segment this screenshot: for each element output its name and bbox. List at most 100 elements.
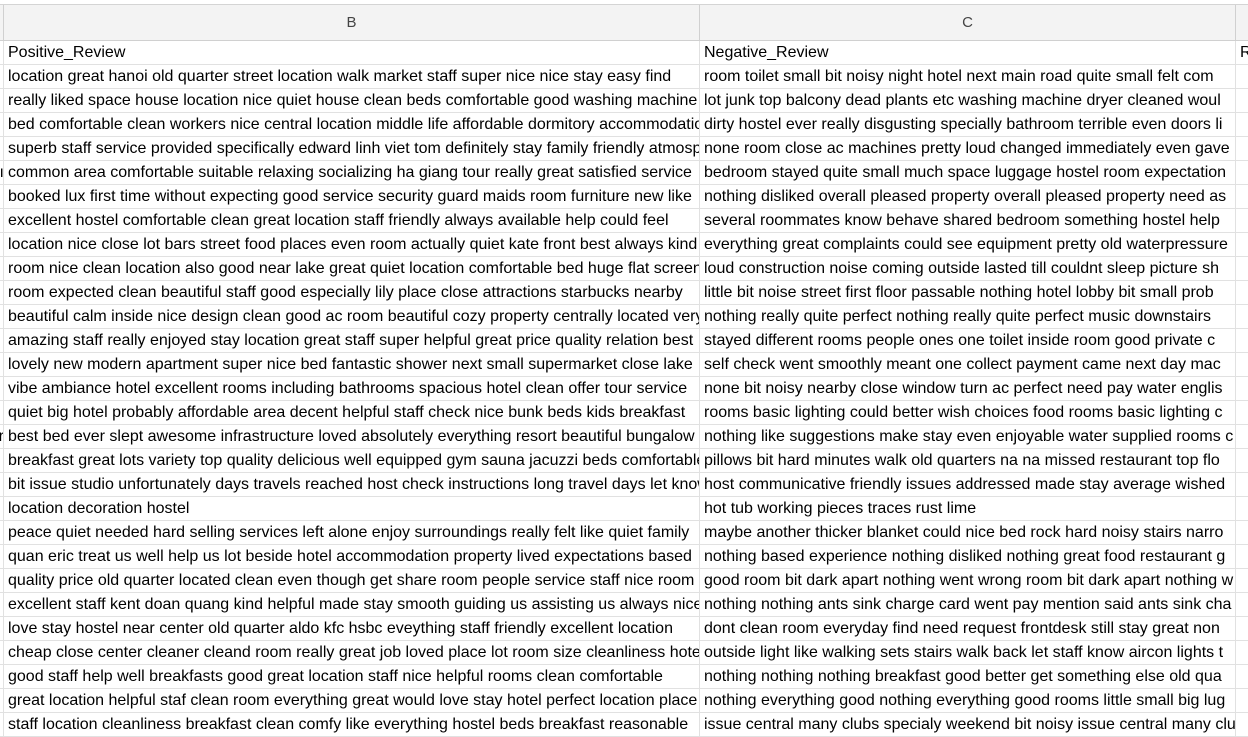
cell-positive-review[interactable]: peace quiet needed hard selling services… bbox=[4, 521, 700, 544]
cell-d[interactable] bbox=[1236, 89, 1248, 112]
cell-negative-review[interactable]: maybe another thicker blanket could nice… bbox=[700, 521, 1236, 544]
cell-positive-review[interactable]: cheap close center cleaner cleand room r… bbox=[4, 641, 700, 664]
cell-positive-review[interactable]: best bed ever slept awesome infrastructu… bbox=[4, 425, 700, 448]
cell-d[interactable] bbox=[1236, 641, 1248, 664]
cell-d[interactable] bbox=[1236, 497, 1248, 520]
cell-negative-review[interactable]: loud construction noise coming outside l… bbox=[700, 257, 1236, 280]
cell-negative-review[interactable]: nothing based experience nothing dislike… bbox=[700, 545, 1236, 568]
cell-d[interactable] bbox=[1236, 689, 1248, 712]
cell-positive-review[interactable]: love stay hostel near center old quarter… bbox=[4, 617, 700, 640]
cell-d[interactable] bbox=[1236, 545, 1248, 568]
cell-d[interactable] bbox=[1236, 233, 1248, 256]
cell-positive-review[interactable]: great location helpful staf clean room e… bbox=[4, 689, 700, 712]
cell-positive-review[interactable]: amazing staff really enjoyed stay locati… bbox=[4, 329, 700, 352]
cell-negative-review[interactable]: nothing nothing nothing breakfast good b… bbox=[700, 665, 1236, 688]
table-row: ıcommon area comfortable suitable relaxi… bbox=[0, 161, 1248, 185]
cell-negative-review-header[interactable]: Negative_Review bbox=[700, 41, 1236, 64]
column-header-c[interactable]: C bbox=[700, 5, 1236, 40]
cell-positive-review[interactable]: quality price old quarter located clean … bbox=[4, 569, 700, 592]
cell-d[interactable] bbox=[1236, 665, 1248, 688]
cell-positive-review[interactable]: location decoration hostel bbox=[4, 497, 700, 520]
cell-negative-review[interactable]: outside light like walking sets stairs w… bbox=[700, 641, 1236, 664]
cell-positive-review[interactable]: breakfast great lots variety top quality… bbox=[4, 449, 700, 472]
cell-d[interactable] bbox=[1236, 617, 1248, 640]
cell-positive-review[interactable]: quiet big hotel probably affordable area… bbox=[4, 401, 700, 424]
cell-positive-review[interactable]: booked lux first time without expecting … bbox=[4, 185, 700, 208]
cell-positive-review[interactable]: location nice close lot bars street food… bbox=[4, 233, 700, 256]
cell-d[interactable] bbox=[1236, 305, 1248, 328]
cell-d[interactable] bbox=[1236, 65, 1248, 88]
table-row: love stay hostel near center old quarter… bbox=[0, 617, 1248, 641]
cell-d[interactable] bbox=[1236, 569, 1248, 592]
column-header-d[interactable] bbox=[1236, 5, 1248, 40]
table-row: quality price old quarter located clean … bbox=[0, 569, 1248, 593]
cell-d[interactable] bbox=[1236, 425, 1248, 448]
table-row: good staff help well breakfasts good gre… bbox=[0, 665, 1248, 689]
cell-positive-review[interactable]: vibe ambiance hotel excellent rooms incl… bbox=[4, 377, 700, 400]
cell-negative-review[interactable]: none room close ac machines pretty loud … bbox=[700, 137, 1236, 160]
cell-d[interactable] bbox=[1236, 329, 1248, 352]
cell-d[interactable] bbox=[1236, 377, 1248, 400]
cell-d[interactable] bbox=[1236, 353, 1248, 376]
cell-positive-review[interactable]: location great hanoi old quarter street … bbox=[4, 65, 700, 88]
cell-negative-review[interactable]: little bit noise street first floor pass… bbox=[700, 281, 1236, 304]
cell-positive-review[interactable]: really liked space house location nice q… bbox=[4, 89, 700, 112]
cell-positive-review[interactable]: excellent staff kent doan quang kind hel… bbox=[4, 593, 700, 616]
table-row: lovely new modern apartment super nice b… bbox=[0, 353, 1248, 377]
cell-grid: Positive_Review Negative_Review R locati… bbox=[0, 41, 1248, 737]
cell-d[interactable] bbox=[1236, 401, 1248, 424]
cell-d[interactable] bbox=[1236, 473, 1248, 496]
cell-positive-review[interactable]: superb staff service provided specifical… bbox=[4, 137, 700, 160]
cell-positive-review[interactable]: common area comfortable suitable relaxin… bbox=[4, 161, 700, 184]
cell-d[interactable] bbox=[1236, 281, 1248, 304]
cell-d[interactable] bbox=[1236, 593, 1248, 616]
cell-negative-review[interactable]: rooms basic lighting could better wish c… bbox=[700, 401, 1236, 424]
cell-negative-review[interactable]: nothing everything good nothing everythi… bbox=[700, 689, 1236, 712]
cell-negative-review[interactable]: several roommates know behave shared bed… bbox=[700, 209, 1236, 232]
cell-positive-review[interactable]: bit issue studio unfortunately days trav… bbox=[4, 473, 700, 496]
cell-negative-review[interactable]: dirty hostel ever really disgusting spec… bbox=[700, 113, 1236, 136]
table-row: really liked space house location nice q… bbox=[0, 89, 1248, 113]
column-header-b[interactable]: B bbox=[4, 5, 700, 40]
cell-negative-review[interactable]: nothing disliked overall pleased propert… bbox=[700, 185, 1236, 208]
cell-negative-review[interactable]: everything great complaints could see eq… bbox=[700, 233, 1236, 256]
cell-positive-review[interactable]: room nice clean location also good near … bbox=[4, 257, 700, 280]
cell-positive-review[interactable]: quan eric treat us well help us lot besi… bbox=[4, 545, 700, 568]
cell-positive-review[interactable]: beautiful calm inside nice design clean … bbox=[4, 305, 700, 328]
cell-positive-review[interactable]: room expected clean beautiful staff good… bbox=[4, 281, 700, 304]
cell-positive-review[interactable]: bed comfortable clean workers nice centr… bbox=[4, 113, 700, 136]
cell-negative-review[interactable]: room toilet small bit noisy night hotel … bbox=[700, 65, 1236, 88]
cell-d[interactable] bbox=[1236, 521, 1248, 544]
cell-negative-review[interactable]: good room bit dark apart nothing went wr… bbox=[700, 569, 1236, 592]
cell-negative-review[interactable]: host communicative friendly issues addre… bbox=[700, 473, 1236, 496]
cell-d[interactable] bbox=[1236, 185, 1248, 208]
table-row: quan eric treat us well help us lot besi… bbox=[0, 545, 1248, 569]
cell-positive-review[interactable]: staff location cleanliness breakfast cle… bbox=[4, 713, 700, 736]
cell-positive-review[interactable]: excellent hostel comfortable clean great… bbox=[4, 209, 700, 232]
cell-positive-review[interactable]: good staff help well breakfasts good gre… bbox=[4, 665, 700, 688]
cell-negative-review[interactable]: hot tub working pieces traces rust lime bbox=[700, 497, 1236, 520]
cell-positive-review[interactable]: lovely new modern apartment super nice b… bbox=[4, 353, 700, 376]
cell-negative-review[interactable]: none bit noisy nearby close window turn … bbox=[700, 377, 1236, 400]
cell-negative-review[interactable]: stayed different rooms people ones one t… bbox=[700, 329, 1236, 352]
cell-negative-review[interactable]: nothing really quite perfect nothing rea… bbox=[700, 305, 1236, 328]
cell-d[interactable] bbox=[1236, 209, 1248, 232]
cell-negative-review[interactable]: bedroom stayed quite small much space lu… bbox=[700, 161, 1236, 184]
cell-negative-review[interactable]: lot junk top balcony dead plants etc was… bbox=[700, 89, 1236, 112]
cell-negative-review[interactable]: nothing like suggestions make stay even … bbox=[700, 425, 1236, 448]
cell-negative-review[interactable]: self check went smoothly meant one colle… bbox=[700, 353, 1236, 376]
cell-d[interactable] bbox=[1236, 137, 1248, 160]
cell-negative-review[interactable]: dont clean room everyday find need reque… bbox=[700, 617, 1236, 640]
cell-d[interactable] bbox=[1236, 449, 1248, 472]
cell-d[interactable] bbox=[1236, 257, 1248, 280]
cell-positive-review-header[interactable]: Positive_Review bbox=[4, 41, 700, 64]
table-row: peace quiet needed hard selling services… bbox=[0, 521, 1248, 545]
cell-negative-review[interactable]: nothing nothing ants sink charge card we… bbox=[700, 593, 1236, 616]
cell-d[interactable] bbox=[1236, 713, 1248, 736]
cell-d[interactable] bbox=[1236, 161, 1248, 184]
cell-d[interactable] bbox=[1236, 113, 1248, 136]
cell-negative-review[interactable]: pillows bit hard minutes walk old quarte… bbox=[700, 449, 1236, 472]
table-row: excellent staff kent doan quang kind hel… bbox=[0, 593, 1248, 617]
cell-d-header[interactable]: R bbox=[1236, 41, 1248, 64]
cell-negative-review[interactable]: issue central many clubs specialy weeken… bbox=[700, 713, 1236, 736]
